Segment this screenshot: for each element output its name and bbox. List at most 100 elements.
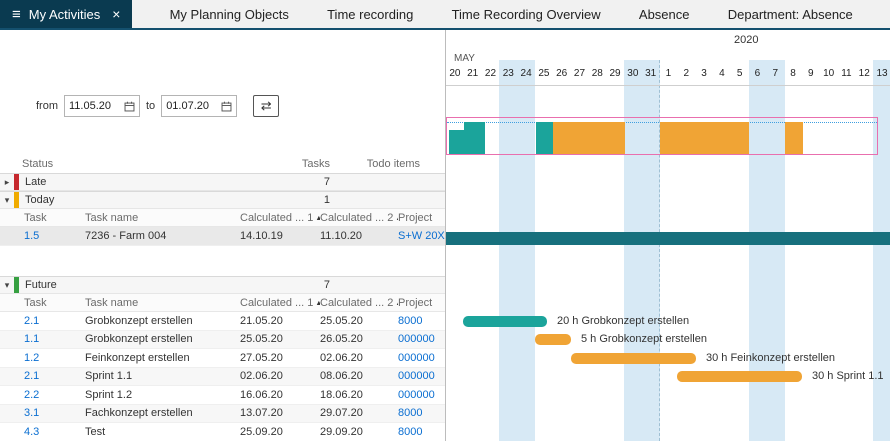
status-group-future[interactable]: ▾ Future 7 [0, 276, 445, 294]
status-group-today[interactable]: ▾ Today 1 [0, 191, 445, 209]
tab-my-activities[interactable]: ≡ My Activities × [0, 0, 132, 28]
task-id-link[interactable]: 1.5 [0, 230, 61, 242]
col-calculated-2[interactable]: Calculated ... 2▲ [320, 212, 398, 224]
day-tick: 22 [482, 66, 500, 82]
chevron-down-icon[interactable]: ▾ [0, 195, 14, 206]
project-link[interactable]: 000000 [398, 352, 445, 364]
date-range-filter: from to [36, 94, 445, 118]
col-calculated-1[interactable]: Calculated ... 1▲ [216, 297, 320, 309]
column-header-row: Task Task name Calculated ... 1▲ Calcula… [0, 294, 445, 312]
calc-date-1: 14.10.19 [216, 230, 320, 242]
col-project[interactable]: Project [398, 212, 445, 224]
calc-date-1: 27.05.20 [216, 352, 320, 364]
col-task[interactable]: Task [0, 212, 61, 224]
gantt-bar-label: 30 h Feinkonzept erstellen [706, 353, 835, 364]
chevron-right-icon[interactable]: ▸ [0, 177, 14, 188]
project-link[interactable]: 000000 [398, 370, 445, 382]
calc-date-1: 02.06.20 [216, 370, 320, 382]
calendar-icon [221, 101, 232, 112]
tab-department-absence[interactable]: Department: Absence [728, 7, 853, 22]
col-task[interactable]: Task [0, 297, 61, 309]
from-date-field[interactable] [64, 95, 140, 117]
table-row[interactable]: 4.3 Test 25.09.20 29.09.20 8000 [0, 423, 445, 441]
tab-time-recording-overview[interactable]: Time Recording Overview [452, 7, 601, 22]
menu-icon[interactable]: ≡ [12, 7, 21, 22]
close-icon[interactable]: × [112, 7, 120, 21]
refresh-button[interactable]: ⇄ [253, 95, 279, 117]
to-date-field[interactable] [161, 95, 237, 117]
day-tick: 2 [677, 66, 695, 82]
gantt-bar-sprint11-30h[interactable] [677, 371, 802, 382]
col-task-name[interactable]: Task name [61, 212, 216, 224]
task-id-link[interactable]: 2.1 [0, 315, 61, 327]
table-row[interactable]: 2.2 Sprint 1.2 16.06.20 18.06.20 000000 [0, 386, 445, 405]
to-date-input[interactable] [166, 100, 218, 112]
task-id-link[interactable]: 3.1 [0, 407, 61, 419]
table-row[interactable]: 1.2 Feinkonzept erstellen 27.05.20 02.06… [0, 349, 445, 368]
task-name: Test [61, 426, 216, 438]
year-label: 2020 [734, 34, 758, 46]
project-link[interactable]: 8000 [398, 315, 445, 327]
project-link[interactable]: 8000 [398, 407, 445, 419]
tab-absence[interactable]: Absence [639, 7, 690, 22]
tab-strip: My Planning Objects Time recording Time … [132, 0, 890, 28]
utilization-block [660, 122, 749, 154]
task-name: Sprint 1.1 [61, 370, 216, 382]
day-tick: 27 [571, 66, 589, 82]
col-calculated-2[interactable]: Calculated ... 2▲ [320, 297, 398, 309]
table-header-row: Status Tasks Todo items [0, 155, 445, 173]
calc-date-2: 25.05.20 [320, 315, 398, 327]
gantt-bar-label: 5 h Grobkonzept erstellen [581, 334, 707, 345]
gantt-bar-feinkonzept-30h[interactable] [571, 353, 696, 364]
gantt-bar-grobkonzept-5h[interactable] [535, 334, 571, 345]
to-label: to [146, 100, 155, 112]
calc-date-2: 02.06.20 [320, 352, 398, 364]
day-tick: 20 [446, 66, 464, 82]
table-row[interactable]: 2.1 Grobkonzept erstellen 21.05.20 25.05… [0, 312, 445, 331]
calc-date-2: 18.06.20 [320, 389, 398, 401]
task-id-link[interactable]: 1.1 [0, 333, 61, 345]
group-label: Today [25, 194, 250, 206]
calc-date-2: 11.10.20 [320, 230, 398, 242]
day-tick: 25 [535, 66, 553, 82]
gantt-bar-grobkonzept-20h[interactable] [463, 316, 547, 327]
col-task-name[interactable]: Task name [61, 297, 216, 309]
day-tick: 13 [873, 66, 890, 82]
col-calculated-1[interactable]: Calculated ... 1▲ [216, 212, 320, 224]
task-id-link[interactable]: 1.2 [0, 352, 61, 364]
day-tick: 6 [749, 66, 767, 82]
group-label: Late [25, 176, 250, 188]
task-id-link[interactable]: 2.2 [0, 389, 61, 401]
todo-items-header: Todo items [330, 158, 420, 170]
table-row[interactable]: 3.1 Fachkonzept erstellen 13.07.20 29.07… [0, 405, 445, 424]
late-status-bar [14, 174, 19, 190]
project-link[interactable]: 000000 [398, 333, 445, 345]
table-row[interactable]: 1.1 Grobkonzept erstellen 25.05.20 26.05… [0, 331, 445, 350]
day-axis: 20 21 22 23 24 25 26 27 28 29 30 31 1 2 … [446, 66, 890, 82]
day-tick: 8 [784, 66, 802, 82]
tab-my-planning-objects[interactable]: My Planning Objects [170, 7, 289, 22]
project-timeline-bar[interactable] [446, 232, 890, 245]
table-row[interactable]: 2.1 Sprint 1.1 02.06.20 08.06.20 000000 [0, 368, 445, 387]
project-link[interactable]: 000000 [398, 389, 445, 401]
gantt-bar-label: 20 h Grobkonzept erstellen [557, 316, 689, 327]
project-link[interactable]: S+W 20X [398, 230, 445, 242]
task-id-link[interactable]: 4.3 [0, 426, 61, 438]
gantt-bar-label: 30 h Sprint 1.1 [812, 371, 884, 382]
tab-time-recording[interactable]: Time recording [327, 7, 413, 22]
gantt-chart-panel: 2020 MAY 20 21 22 23 24 25 26 27 28 29 3… [445, 30, 890, 441]
from-date-input[interactable] [69, 100, 121, 112]
status-group-late[interactable]: ▸ Late 7 [0, 173, 445, 191]
col-project[interactable]: Project [398, 297, 445, 309]
calc-date-1: 16.06.20 [216, 389, 320, 401]
day-tick: 24 [517, 66, 535, 82]
day-tick: 7 [766, 66, 784, 82]
table-row[interactable]: 1.5 7236 - Farm 004 14.10.19 11.10.20 S+… [0, 227, 445, 246]
day-tick: 9 [802, 66, 820, 82]
group-task-count: 7 [250, 279, 330, 291]
project-link[interactable]: 8000 [398, 426, 445, 438]
task-id-link[interactable]: 2.1 [0, 370, 61, 382]
chevron-down-icon[interactable]: ▾ [0, 280, 14, 291]
task-name: Fachkonzept erstellen [61, 407, 216, 419]
calc-date-2: 26.05.20 [320, 333, 398, 345]
